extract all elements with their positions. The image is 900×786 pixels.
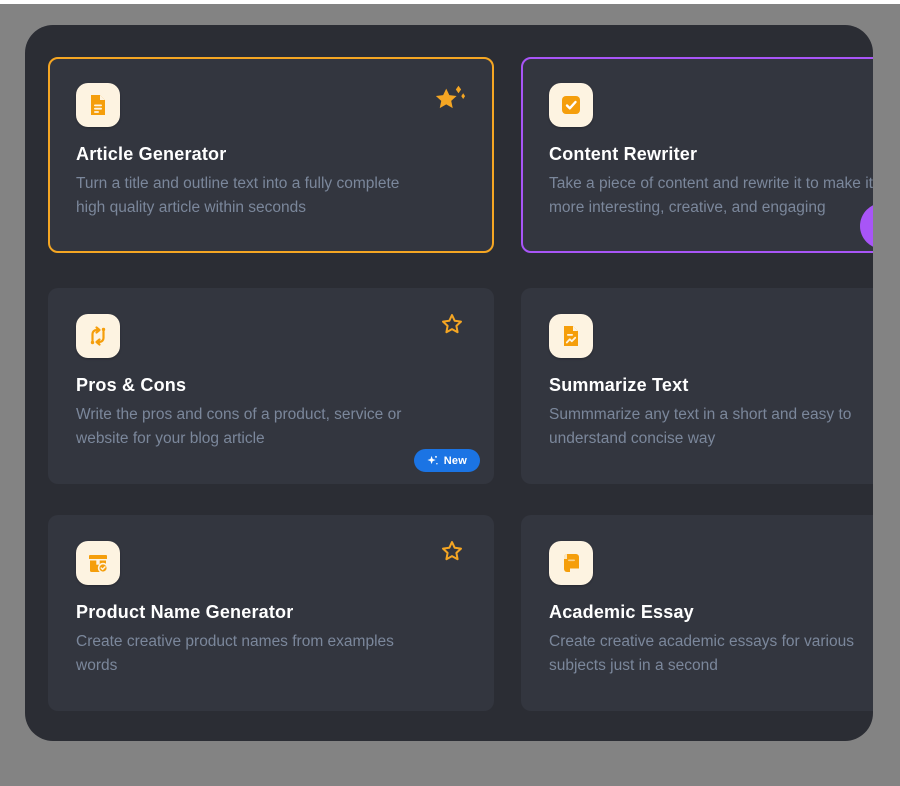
star-outline-icon — [440, 539, 464, 563]
scroll-icon — [559, 551, 583, 575]
summarize-text-icon-tile — [549, 314, 593, 358]
card-description: Write the pros and cons of a product, se… — [76, 403, 466, 451]
summary-document-icon — [559, 324, 583, 348]
favorite-button[interactable] — [434, 83, 466, 113]
card-title: Article Generator — [76, 144, 466, 165]
card-title: Product Name Generator — [76, 602, 466, 623]
star-outline-icon — [440, 312, 464, 336]
card-academic-essay[interactable]: Academic Essay Create creative academic … — [521, 515, 873, 711]
card-content-rewriter[interactable]: Content Rewriter Take a piece of content… — [521, 57, 873, 253]
star-sparkles-filled-icon — [434, 83, 466, 113]
content-rewriter-icon-tile — [549, 83, 593, 127]
card-product-name-generator[interactable]: Product Name Generator Create creative p… — [48, 515, 494, 711]
card-title: Pros & Cons — [76, 375, 466, 396]
card-pros-and-cons[interactable]: Pros & Cons Write the pros and cons of a… — [48, 288, 494, 484]
checkbox-icon — [559, 93, 583, 117]
product-box-icon — [86, 551, 110, 575]
card-title: Academic Essay — [549, 602, 873, 623]
card-description: Create creative academic essays for vari… — [549, 630, 873, 678]
card-title: Summarize Text — [549, 375, 873, 396]
academic-essay-icon-tile — [549, 541, 593, 585]
article-generator-icon-tile — [76, 83, 120, 127]
card-description: Summmarize any text in a short and easy … — [549, 403, 873, 451]
card-description: Take a piece of content and rewrite it t… — [549, 172, 873, 220]
new-badge: New — [414, 449, 480, 472]
card-summarize-text[interactable]: Summarize Text Summmarize any text in a … — [521, 288, 873, 484]
new-badge-label: New — [444, 455, 467, 467]
tools-panel: Article Generator Turn a title and outli… — [25, 25, 873, 741]
product-name-icon-tile — [76, 541, 120, 585]
favorite-button[interactable] — [436, 312, 468, 342]
sparkle-icon — [427, 455, 438, 466]
favorite-button[interactable] — [436, 539, 468, 569]
card-description: Turn a title and outline text into a ful… — [76, 172, 466, 220]
card-article-generator[interactable]: Article Generator Turn a title and outli… — [48, 57, 494, 253]
swap-arrows-icon — [86, 324, 110, 348]
article-document-icon — [86, 93, 110, 117]
card-description: Create creative product names from examp… — [76, 630, 466, 678]
pros-cons-icon-tile — [76, 314, 120, 358]
card-title: Content Rewriter — [549, 144, 873, 165]
